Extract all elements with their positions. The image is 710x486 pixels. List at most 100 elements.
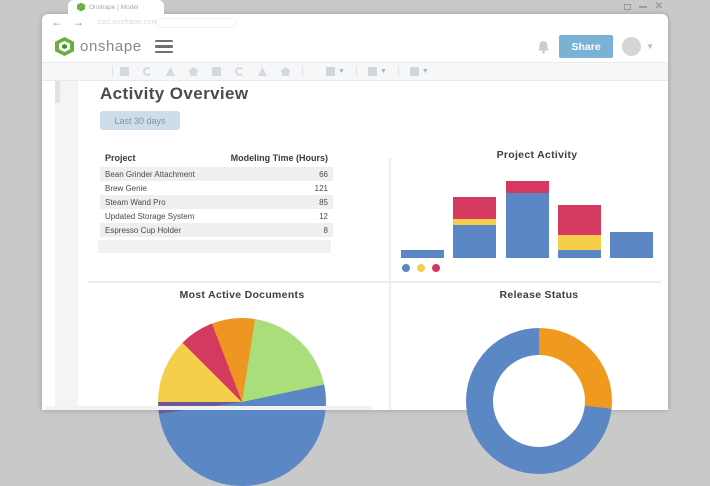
hours-cell: 85 xyxy=(319,197,328,207)
pentagon-tool-icon[interactable] xyxy=(281,67,290,76)
triangle-tool-icon[interactable] xyxy=(166,67,175,76)
share-button[interactable]: Share xyxy=(559,35,614,58)
arc-tool-icon[interactable] xyxy=(143,67,152,76)
project-cell: Updated Storage System xyxy=(105,211,195,221)
bar xyxy=(610,232,653,258)
hamburger-bar xyxy=(154,50,173,54)
legend-dot-red xyxy=(432,264,440,272)
quadrant-horizontal-divider xyxy=(88,281,661,283)
table-row: Espresso Cup Holder 8 xyxy=(100,223,333,237)
tab-title: Onshape | Model xyxy=(89,3,139,11)
bar-segment-blue xyxy=(610,232,653,258)
bar xyxy=(453,197,497,258)
bar-segment-red xyxy=(557,205,601,235)
toolbar-divider xyxy=(112,66,113,77)
onshape-logo-icon xyxy=(55,37,74,56)
hours-cell: 121 xyxy=(314,183,328,193)
chevron-down-icon: ▼ xyxy=(338,68,345,75)
scrolled-content-edge xyxy=(46,406,372,410)
header-right: Share ▼ xyxy=(537,31,654,62)
onshape-favicon-icon xyxy=(77,2,85,12)
page-title: Activity Overview xyxy=(100,84,249,103)
column-header-hours: Modeling Time (Hours) xyxy=(230,153,328,163)
hours-cell: 8 xyxy=(323,225,328,235)
chevron-down-icon: ▼ xyxy=(421,68,429,75)
legend-dot-blue xyxy=(402,264,410,272)
left-panel-strip xyxy=(55,81,78,410)
forward-icon[interactable]: → xyxy=(72,14,84,31)
browser-window: Onshape | Model ← → cad.onshape.com onsh… xyxy=(42,0,668,486)
table-row: Brew Genie 121 xyxy=(100,181,333,195)
sketch-toolbar: ▼ ▼ ▼ xyxy=(42,62,668,81)
chevron-down-icon[interactable]: ▼ xyxy=(646,42,654,51)
pie-chart xyxy=(158,318,326,486)
toolbar-divider xyxy=(397,66,399,77)
notifications-bell-icon[interactable] xyxy=(537,40,550,54)
column-header-project: Project xyxy=(105,153,136,163)
hamburger-bar xyxy=(154,45,173,48)
toolbar-divider xyxy=(302,66,303,77)
square-tool-icon[interactable] xyxy=(120,67,129,76)
tool-icon xyxy=(367,67,377,76)
table-head: Project Modeling Time (Hours) xyxy=(100,150,333,167)
hamburger-menu-icon[interactable] xyxy=(154,39,173,54)
window-controls: ✕ xyxy=(623,2,663,12)
hours-cell: 12 xyxy=(319,211,328,221)
bar-segment-blue xyxy=(505,193,549,258)
hamburger-bar xyxy=(154,39,173,43)
table-row: Steam Wand Pro 85 xyxy=(100,195,333,209)
bar-segment-red xyxy=(505,181,549,193)
donut-hole xyxy=(493,355,585,447)
chevron-down-icon: ▼ xyxy=(379,68,387,75)
url-text[interactable]: cad.onshape.com xyxy=(98,19,158,26)
triangle-tool-icon[interactable] xyxy=(258,67,267,76)
bar-segment-blue xyxy=(401,250,444,258)
bar xyxy=(557,205,601,258)
table-header-row: Project Modeling Time (Hours) xyxy=(100,150,333,167)
close-icon[interactable]: ✕ xyxy=(655,2,663,12)
hours-cell: 66 xyxy=(319,169,328,179)
project-cell: Espresso Cup Holder xyxy=(105,225,182,235)
placeholder-row xyxy=(98,240,331,253)
bar xyxy=(401,250,444,258)
app-header: onshape Share ▼ xyxy=(42,31,668,62)
tool-icon xyxy=(409,67,419,76)
bar-segment-yellow xyxy=(557,235,601,250)
toolbar-icon-group xyxy=(120,67,290,76)
browser-nav-bar: ← → cad.onshape.com xyxy=(42,14,668,31)
bar-segment-blue xyxy=(453,225,497,258)
project-cell: Bean Grinder Attachment xyxy=(105,169,195,179)
table-row: Bean Grinder Attachment 66 xyxy=(100,167,333,181)
pentagon-tool-icon[interactable] xyxy=(189,67,198,76)
pie-chart-title: Most Active Documents xyxy=(179,289,305,301)
project-cell: Brew Genie xyxy=(105,183,147,193)
scrollbar-thumb[interactable] xyxy=(55,81,60,103)
bar-segment-blue xyxy=(557,250,601,258)
tool-icon xyxy=(326,67,335,76)
maximize-icon[interactable] xyxy=(623,4,631,10)
project-cell: Steam Wand Pro xyxy=(105,197,166,207)
date-range-filter-button[interactable]: Last 30 days xyxy=(100,111,180,130)
project-hours-table: Project Modeling Time (Hours) Bean Grind… xyxy=(100,150,333,237)
search-field[interactable] xyxy=(155,18,237,28)
arc-tool-icon[interactable] xyxy=(235,67,244,76)
back-icon[interactable]: ← xyxy=(51,14,63,31)
bar xyxy=(505,181,549,258)
bar-chart-plot xyxy=(401,164,653,258)
toolbar-dropdown[interactable]: ▼ xyxy=(406,67,433,76)
table-row: Updated Storage System 12 xyxy=(100,209,333,223)
toolbar-dropdown-group: ▼ ▼ ▼ xyxy=(322,66,433,77)
bar-chart-legend xyxy=(402,264,440,272)
bar-chart-title: Project Activity xyxy=(496,149,578,161)
minimize-icon[interactable] xyxy=(638,6,647,8)
square-tool-icon[interactable] xyxy=(212,67,221,76)
legend-dot-yellow xyxy=(417,264,425,272)
brand-name: onshape xyxy=(80,38,142,55)
toolbar-divider xyxy=(355,66,357,77)
project-table-body: Bean Grinder Attachment 66 Brew Genie 121 St… xyxy=(100,167,333,237)
toolbar-dropdown[interactable]: ▼ xyxy=(322,67,349,76)
donut-chart xyxy=(466,328,612,474)
avatar[interactable] xyxy=(622,37,642,56)
browser-tab[interactable]: Onshape | Model xyxy=(68,0,164,14)
toolbar-dropdown[interactable]: ▼ xyxy=(364,67,391,76)
